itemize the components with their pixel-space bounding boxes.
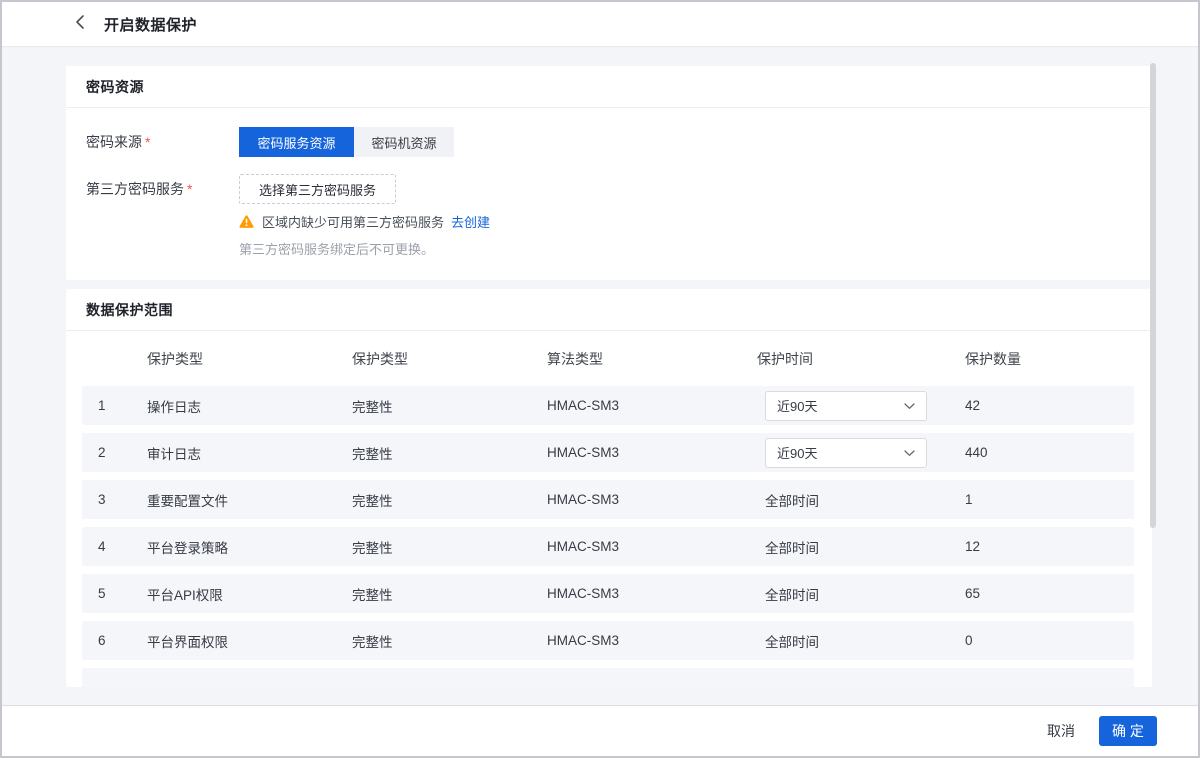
row-index: 4 bbox=[82, 539, 134, 554]
time-select[interactable]: 近90天 bbox=[765, 391, 927, 421]
time-text: 全部时间 bbox=[765, 541, 819, 556]
row-protect-type: 操作日志 bbox=[134, 396, 339, 416]
time-text: 全部时间 bbox=[765, 635, 819, 650]
protection-scope-card-header: 数据保护范围 bbox=[66, 289, 1152, 331]
third-party-service-field: 第三方密码服务* 选择第三方密码服务 区域内缺少可用第三方密码服务 去创建 第三… bbox=[86, 174, 1132, 258]
row-time-cell: 近90天 近90天 bbox=[739, 438, 944, 468]
column-header-time: 保护时间 bbox=[739, 349, 944, 369]
time-select[interactable]: 近90天 bbox=[765, 438, 927, 468]
row-time-cell: 全部时间 全部时间 bbox=[739, 631, 944, 651]
row-protect-kind: 完整性 bbox=[339, 537, 529, 557]
row-time-cell: 近90天 近90天 bbox=[739, 391, 944, 421]
page-body: 密码资源 密码来源* 密码服务资源 密码机资源 第三方密码服务* bbox=[2, 47, 1198, 707]
table-row: 5 平台API权限 完整性 HMAC-SM3 全部时间 全部时间 65 bbox=[82, 574, 1134, 613]
column-header-count: 保护数量 bbox=[944, 349, 1134, 369]
cancel-button[interactable]: 取消 bbox=[1047, 721, 1075, 741]
password-resource-card-header: 密码资源 bbox=[66, 66, 1152, 108]
field-note: 第三方密码服务绑定后不可更换。 bbox=[239, 239, 490, 258]
card-title: 数据保护范围 bbox=[86, 300, 173, 320]
warning-line: 区域内缺少可用第三方密码服务 去创建 bbox=[239, 212, 490, 231]
back-button[interactable] bbox=[75, 14, 85, 35]
go-create-link[interactable]: 去创建 bbox=[451, 212, 490, 231]
time-text: 全部时间 bbox=[765, 494, 819, 509]
password-source-segmented: 密码服务资源 密码机资源 bbox=[239, 127, 454, 157]
table-header: 保护类型 保护类型 算法类型 保护时间 保护数量 bbox=[66, 331, 1152, 386]
row-algorithm: HMAC-SM3 bbox=[529, 492, 739, 507]
row-index: 6 bbox=[82, 633, 134, 648]
row-count: 12 bbox=[944, 539, 1134, 554]
tab-password-machine-resource[interactable]: 密码机资源 bbox=[354, 127, 454, 157]
footer-action-bar: 取消 确 定 bbox=[2, 705, 1198, 756]
row-protect-kind: 完整性 bbox=[339, 584, 529, 604]
row-protect-kind: 完整性 bbox=[339, 396, 529, 416]
row-protect-type: 平台界面权限 bbox=[134, 631, 339, 651]
column-header-protect-kind: 保护类型 bbox=[339, 349, 529, 369]
row-protect-kind: 完整性 bbox=[339, 631, 529, 651]
top-bar: 开启数据保护 bbox=[2, 2, 1198, 47]
column-header-protect-type: 保护类型 bbox=[134, 349, 339, 369]
required-asterisk: * bbox=[187, 181, 192, 197]
time-select-value: 近90天 bbox=[777, 396, 817, 415]
table-row: 3 重要配置文件 完整性 HMAC-SM3 全部时间 全部时间 1 bbox=[82, 480, 1134, 519]
row-count: 1 bbox=[944, 492, 1134, 507]
password-resource-card: 密码资源 密码来源* 密码服务资源 密码机资源 第三方密码服务* bbox=[66, 66, 1152, 280]
row-protect-type: 平台登录策略 bbox=[134, 537, 339, 557]
row-index: 1 bbox=[82, 398, 134, 413]
row-index: 5 bbox=[82, 586, 134, 601]
row-count: 0 bbox=[944, 633, 1134, 648]
row-algorithm: HMAC-SM3 bbox=[529, 539, 739, 554]
page-title: 开启数据保护 bbox=[104, 14, 197, 35]
table-row-partial bbox=[82, 668, 1134, 687]
password-source-field: 密码来源* 密码服务资源 密码机资源 bbox=[86, 127, 1132, 157]
row-algorithm: HMAC-SM3 bbox=[529, 586, 739, 601]
row-index: 2 bbox=[82, 445, 134, 460]
row-algorithm: HMAC-SM3 bbox=[529, 445, 739, 460]
card-title: 密码资源 bbox=[86, 77, 144, 97]
table-body: 1 操作日志 完整性 HMAC-SM3 近90天 近90天 42 2 审计日志 … bbox=[66, 386, 1152, 687]
vertical-scrollbar-thumb[interactable] bbox=[1150, 63, 1156, 528]
row-time-cell: 全部时间 全部时间 bbox=[739, 490, 944, 510]
row-count: 440 bbox=[944, 445, 1134, 460]
chevron-left-icon bbox=[75, 14, 85, 35]
row-protect-kind: 完整性 bbox=[339, 490, 529, 510]
row-algorithm: HMAC-SM3 bbox=[529, 633, 739, 648]
row-protect-type: 审计日志 bbox=[134, 443, 339, 463]
row-index: 3 bbox=[82, 492, 134, 507]
enable-data-protection-page: 开启数据保护 密码资源 密码来源* 密码服务资源 密码机资源 bbox=[0, 0, 1200, 758]
row-algorithm: HMAC-SM3 bbox=[529, 398, 739, 413]
row-time-cell: 全部时间 全部时间 bbox=[739, 584, 944, 604]
row-protect-kind: 完整性 bbox=[339, 443, 529, 463]
table-row: 4 平台登录策略 完整性 HMAC-SM3 全部时间 全部时间 12 bbox=[82, 527, 1134, 566]
row-protect-type: 重要配置文件 bbox=[134, 490, 339, 510]
table-row: 1 操作日志 完整性 HMAC-SM3 近90天 近90天 42 bbox=[82, 386, 1134, 425]
protection-scope-card: 数据保护范围 保护类型 保护类型 算法类型 保护时间 保护数量 1 操作日志 完… bbox=[66, 289, 1152, 687]
chevron-down-icon bbox=[904, 398, 915, 413]
row-count: 65 bbox=[944, 586, 1134, 601]
table-row: 6 平台界面权限 完整性 HMAC-SM3 全部时间 全部时间 0 bbox=[82, 621, 1134, 660]
row-time-cell: 全部时间 全部时间 bbox=[739, 537, 944, 557]
required-asterisk: * bbox=[145, 134, 150, 150]
time-select-value: 近90天 bbox=[777, 443, 817, 462]
field-label: 第三方密码服务* bbox=[86, 174, 239, 258]
chevron-down-icon bbox=[904, 445, 915, 460]
warning-icon bbox=[239, 215, 254, 228]
select-third-party-service-button[interactable]: 选择第三方密码服务 bbox=[239, 174, 396, 204]
column-header-algorithm: 算法类型 bbox=[529, 349, 739, 369]
field-label: 密码来源* bbox=[86, 127, 239, 157]
warning-text: 区域内缺少可用第三方密码服务 bbox=[262, 212, 444, 231]
confirm-button[interactable]: 确 定 bbox=[1099, 716, 1157, 746]
row-count: 42 bbox=[944, 398, 1134, 413]
table-row: 2 审计日志 完整性 HMAC-SM3 近90天 近90天 440 bbox=[82, 433, 1134, 472]
tab-password-service-resource[interactable]: 密码服务资源 bbox=[239, 127, 354, 157]
row-protect-type: 平台API权限 bbox=[134, 584, 339, 604]
time-text: 全部时间 bbox=[765, 588, 819, 603]
